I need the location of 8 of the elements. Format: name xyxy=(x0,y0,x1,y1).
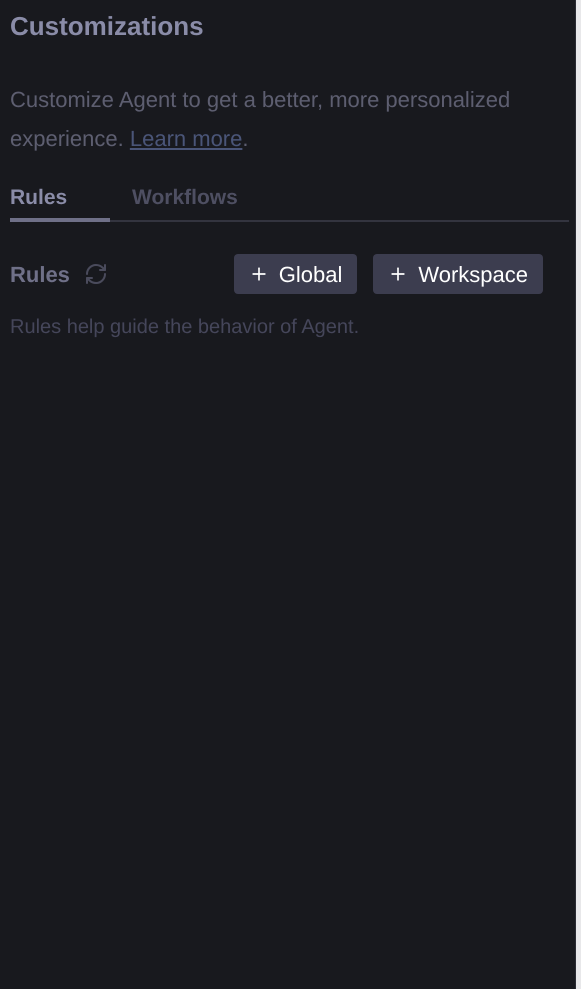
tab[interactable]: Rules xyxy=(10,178,110,222)
hint-text: Rules help guide the behavior of Agent. xyxy=(10,315,360,340)
description-text: Customize Agent to get a better, more personalized experience. Learn more. xyxy=(10,86,512,153)
section-title: Rules xyxy=(10,260,70,288)
add-button[interactable]: Workspace xyxy=(373,254,543,294)
refresh-icon[interactable] xyxy=(84,262,108,286)
add-button[interactable]: Global xyxy=(234,254,358,294)
panel-title: Customizations xyxy=(10,10,204,43)
